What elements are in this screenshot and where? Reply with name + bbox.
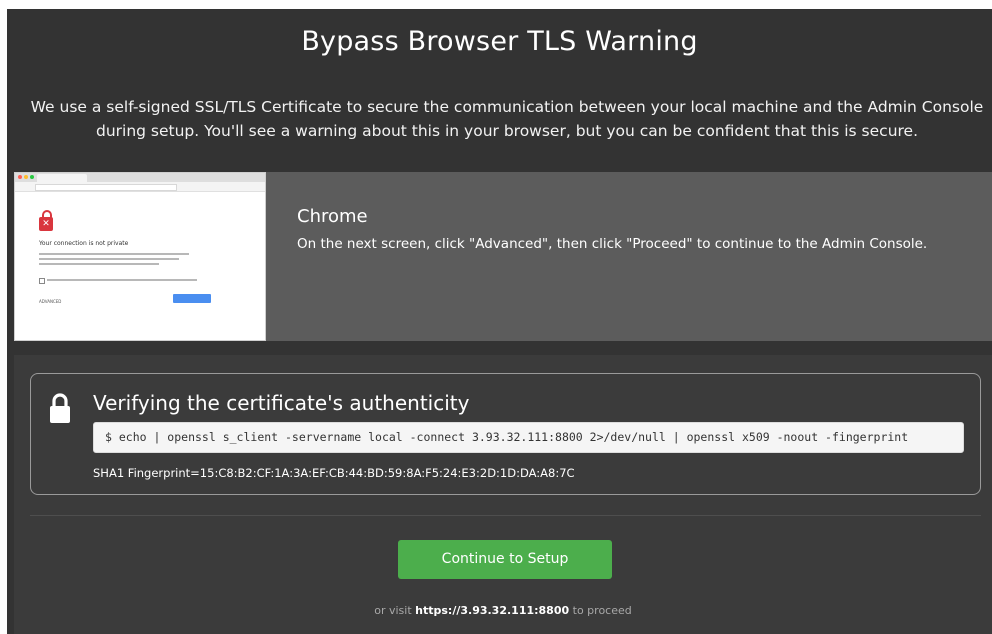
thumbnail-checkbox [39, 278, 45, 284]
warning-x-icon: ✕ [42, 219, 50, 229]
lock-icon [50, 393, 70, 423]
visit-url-text: or visit https://3.93.32.111:8800 to pro… [14, 604, 992, 617]
verify-section: Verifying the certificate's authenticity… [14, 355, 992, 634]
visit-url-link[interactable]: https://3.93.32.111:8800 [415, 604, 569, 617]
continue-to-setup-button[interactable]: Continue to Setup [398, 540, 612, 579]
page-subtitle: We use a self-signed SSL/TLS Certificate… [30, 98, 984, 140]
thumbnail-tab [37, 174, 87, 182]
visit-prefix: or visit [374, 604, 416, 617]
thumbnail-address-bar [15, 182, 265, 192]
thumbnail-back-button [173, 294, 211, 303]
sha1-fingerprint: SHA1 Fingerprint=15:C8:B2:CF:1A:3A:EF:CB… [93, 466, 575, 480]
thumbnail-text-line [39, 263, 159, 265]
page-title: Bypass Browser TLS Warning [301, 26, 698, 57]
thumbnail-text-line [39, 258, 179, 260]
thumbnail-advanced-link: ADVANCED [39, 299, 62, 304]
browser-instructions-row: ✕ Your connection is not private ADVANCE… [14, 172, 992, 341]
section-divider [30, 515, 981, 516]
browser-name: Chrome [297, 206, 368, 227]
visit-suffix: to proceed [569, 604, 632, 617]
verify-title: Verifying the certificate's authenticity [93, 391, 470, 415]
openssl-command[interactable]: $ echo | openssl s_client -servername lo… [93, 422, 964, 453]
close-dot-icon [18, 175, 22, 179]
thumbnail-title-bar [15, 173, 265, 182]
maximize-dot-icon [30, 175, 34, 179]
minimize-dot-icon [24, 175, 28, 179]
browser-instruction: On the next screen, click "Advanced", th… [297, 236, 928, 252]
chrome-warning-thumbnail: ✕ Your connection is not private ADVANCE… [14, 172, 266, 341]
thumbnail-heading: Your connection is not private [39, 240, 129, 247]
thumbnail-text-line [47, 279, 197, 281]
thumbnail-url-field [35, 184, 177, 191]
certificate-verify-box: Verifying the certificate's authenticity… [30, 373, 981, 495]
thumbnail-text-line [39, 253, 189, 255]
tls-warning-page: Bypass Browser TLS Warning We use a self… [7, 9, 992, 634]
